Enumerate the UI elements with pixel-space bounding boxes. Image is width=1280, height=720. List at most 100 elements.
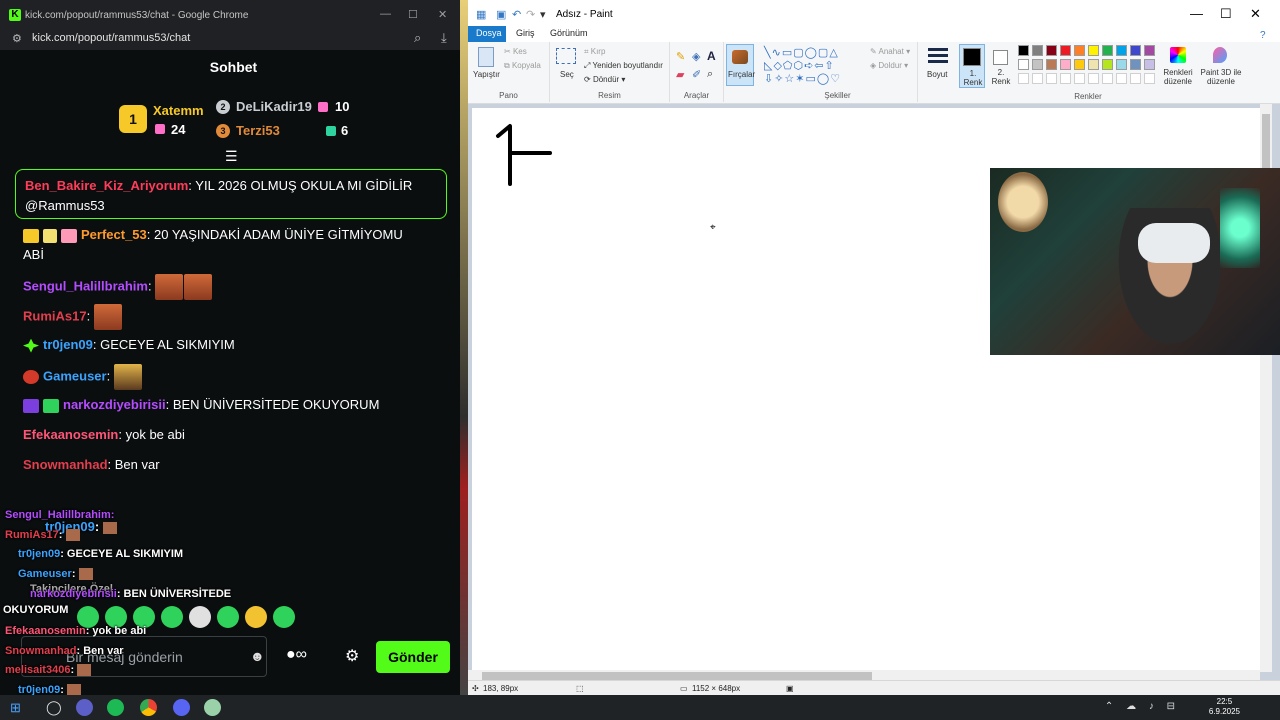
magnifier-icon[interactable]: ⌕ <box>707 68 713 81</box>
scroll-thumb[interactable] <box>1262 114 1270 174</box>
palette-color-swatch[interactable] <box>1060 59 1071 70</box>
discord-icon[interactable] <box>173 699 190 716</box>
emote-icon[interactable] <box>217 606 239 628</box>
palette-color-swatch[interactable] <box>1130 59 1141 70</box>
close-icon[interactable]: ✕ <box>438 8 447 21</box>
palette-color-swatch[interactable] <box>1018 59 1029 70</box>
custom-color-slot[interactable] <box>1018 73 1029 84</box>
message-username[interactable]: Efekaanosemin <box>23 427 118 442</box>
palette-color-swatch[interactable] <box>1060 45 1071 56</box>
message-username[interactable]: narkozdiyebirisii <box>63 397 166 412</box>
message-username[interactable]: Snowmanhad <box>23 457 108 472</box>
custom-color-slot[interactable] <box>1060 73 1071 84</box>
paint-taskbar-icon[interactable] <box>204 699 221 716</box>
palette-color-swatch[interactable] <box>1088 59 1099 70</box>
message-username[interactable]: Gameuser <box>43 368 107 383</box>
custom-color-slot[interactable] <box>1046 73 1057 84</box>
palette-color-swatch[interactable] <box>1018 45 1029 56</box>
outline-button[interactable]: ✎ Anahat ▾ <box>870 47 910 56</box>
tab-view[interactable]: Görünüm <box>542 26 596 42</box>
collapse-menu-icon[interactable]: ☰ <box>225 148 238 165</box>
pinned-message[interactable]: Ben_Bakire_Kiz_Ariyorum: YIL 2026 OLMUŞ … <box>15 169 447 219</box>
palette-color-swatch[interactable] <box>1130 45 1141 56</box>
palette-color-swatch[interactable] <box>1144 59 1155 70</box>
fill-button[interactable]: ◈ Doldur ▾ <box>870 61 908 70</box>
search-icon[interactable]: ◯ <box>46 699 62 716</box>
custom-color-slot[interactable] <box>1130 73 1141 84</box>
channel-points-icon[interactable]: ●∞ <box>286 646 307 664</box>
leaderboard-second-name[interactable]: DeLiKadir19 <box>236 99 312 114</box>
select-button[interactable]: Seç <box>560 70 574 79</box>
palette-color-swatch[interactable] <box>1074 45 1085 56</box>
minimize-icon[interactable]: — <box>380 8 391 20</box>
eraser-icon[interactable]: ▰ <box>676 68 684 81</box>
palette-color-swatch[interactable] <box>1144 45 1155 56</box>
send-button[interactable]: Gönder <box>376 641 450 673</box>
site-info-icon[interactable]: ⚙ <box>12 32 22 45</box>
crop-button[interactable]: ⌗ Kırp <box>584 47 605 57</box>
text-tool-icon[interactable]: A <box>707 49 716 63</box>
emote-icon[interactable] <box>273 606 295 628</box>
emote-icon[interactable] <box>189 606 211 628</box>
clock[interactable]: 22:5 6.9.2025 <box>1209 697 1240 717</box>
minimize-icon[interactable]: — <box>1190 6 1203 21</box>
leaderboard-first-name[interactable]: Xatemm <box>153 103 204 118</box>
edit-colors-button[interactable]: Renkleri düzenle <box>1162 44 1194 90</box>
maximize-icon[interactable]: ☐ <box>1220 6 1232 22</box>
paste-icon[interactable] <box>478 47 494 67</box>
cut-button[interactable]: ✂ Kes <box>504 47 527 56</box>
gear-icon[interactable]: ⚙ <box>345 646 359 666</box>
paint3d-button[interactable]: Paint 3D ile düzenle <box>1198 44 1244 90</box>
color2-button[interactable]: 2. Renk <box>988 44 1014 88</box>
rotate-button[interactable]: ⟳ Döndür ▾ <box>584 75 625 84</box>
message-username[interactable]: Sengul_Halillbrahim <box>23 278 148 293</box>
message-username[interactable]: tr0jen09 <box>43 337 93 352</box>
close-icon[interactable]: ✕ <box>1250 6 1261 22</box>
select-icon[interactable] <box>556 48 576 64</box>
scroll-thumb[interactable] <box>482 672 872 680</box>
palette-color-swatch[interactable] <box>1074 59 1085 70</box>
emoji-icon[interactable]: ☻ <box>250 648 265 664</box>
download-icon[interactable]: ⤓ <box>441 30 447 46</box>
fill-bucket-icon[interactable]: ◈ <box>692 50 700 63</box>
palette-color-swatch[interactable] <box>1046 45 1057 56</box>
palette-color-swatch[interactable] <box>1032 45 1043 56</box>
copy-button[interactable]: ⧉ Kopyala <box>504 61 541 71</box>
pencil-icon[interactable]: ✎ <box>676 50 685 63</box>
message-username[interactable]: RumiAs17 <box>23 308 87 323</box>
undo-icon[interactable]: ↶ <box>512 8 521 21</box>
emote-icon[interactable] <box>245 606 267 628</box>
leaderboard-third-name[interactable]: Terzi53 <box>236 123 280 138</box>
resize-button[interactable]: ⤢ Yeniden boyutlandır <box>584 61 663 71</box>
palette-color-swatch[interactable] <box>1102 59 1113 70</box>
custom-color-slot[interactable] <box>1116 73 1127 84</box>
zoom-icon[interactable]: ⌕ <box>414 30 421 46</box>
message-username[interactable]: Perfect_53 <box>81 227 147 242</box>
palette-color-swatch[interactable] <box>1102 45 1113 56</box>
redo-icon[interactable]: ↷ <box>526 8 535 21</box>
custom-color-slot[interactable] <box>1144 73 1155 84</box>
palette-color-swatch[interactable] <box>1088 45 1099 56</box>
shapes-gallery-row-1[interactable]: ╲∿▭▢◯▢△ <box>764 46 839 59</box>
tab-home[interactable]: Giriş <box>508 26 543 42</box>
spotify-icon[interactable] <box>107 699 124 716</box>
brushes-button[interactable]: Fırçalar <box>726 44 755 86</box>
size-button[interactable]: Boyut <box>922 44 954 88</box>
chrome-icon[interactable] <box>140 699 157 716</box>
save-icon[interactable]: ▣ <box>496 8 506 21</box>
custom-color-slot[interactable] <box>1032 73 1043 84</box>
custom-color-slot[interactable] <box>1074 73 1085 84</box>
pinned-username[interactable]: Ben_Bakire_Kiz_Ariyorum <box>25 178 188 193</box>
steam-icon[interactable] <box>76 699 93 716</box>
palette-color-swatch[interactable] <box>1116 59 1127 70</box>
emote-icon[interactable] <box>161 606 183 628</box>
palette-color-swatch[interactable] <box>1032 59 1043 70</box>
color1-button[interactable]: 1. Renk <box>959 44 985 88</box>
maximize-icon[interactable]: ☐ <box>408 8 418 21</box>
customize-quick-access-icon[interactable]: ▾ <box>540 8 546 21</box>
color-picker-icon[interactable]: ✐ <box>692 68 701 81</box>
tab-file[interactable]: Dosya <box>468 26 506 42</box>
start-icon[interactable]: ⊞ <box>10 700 21 716</box>
shapes-gallery-row-2[interactable]: ◺◇⬠⬡➪⇦⇧ <box>764 59 835 72</box>
paste-button[interactable]: Yapıştır <box>473 70 500 79</box>
